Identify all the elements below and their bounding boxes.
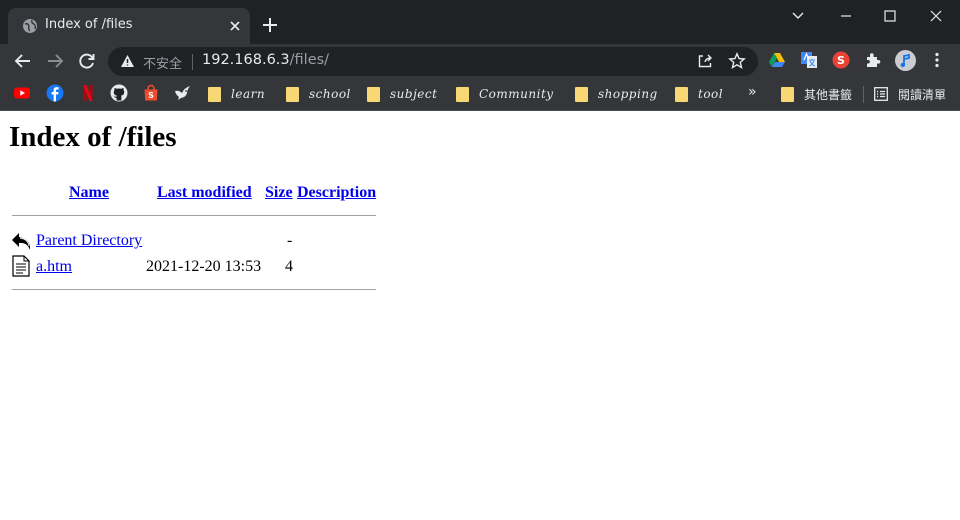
folder-icon [208,86,221,102]
bookmark-folder-label: school [309,87,351,101]
bookmark-folder-shopping[interactable]: shopping [575,85,658,103]
footer-divider [12,289,376,290]
s-extension-icon[interactable]: S [832,51,850,69]
close-tab-icon[interactable] [226,17,244,35]
tab-strip: Index of /files [0,0,960,44]
other-bookmarks-label: 其他書籤 [804,87,853,102]
bookmark-folder-label: Community [479,87,554,101]
bookmark-folder-school[interactable]: school [286,85,351,103]
youtube-icon[interactable] [13,84,31,102]
active-tab[interactable]: Index of /files [8,8,250,44]
reload-button[interactable] [77,51,97,71]
url-text[interactable]: 192.168.6.3/files/ [202,52,329,68]
bookmarks-divider [863,86,864,103]
column-header-description[interactable]: Description [297,184,376,202]
forward-button[interactable] [45,51,65,71]
menu-kebab-icon[interactable] [928,51,946,69]
column-header-size[interactable]: Size [265,184,293,202]
bookmark-folder-label: subject [390,87,438,101]
column-header-last-modified[interactable]: Last modified [157,184,252,202]
google-drive-icon[interactable] [768,51,786,69]
svg-text:S: S [837,54,845,67]
other-bookmarks-folder[interactable]: 其他書籤 [781,85,852,103]
folder-icon [286,86,299,102]
profile-avatar-icon[interactable] [895,50,916,71]
new-tab-button[interactable] [260,15,280,35]
folder-icon [456,86,469,102]
file-link[interactable]: a.htm [36,258,72,276]
folder-icon [367,86,380,102]
bookmark-folder-tool[interactable]: tool [675,85,723,103]
bookmarks-bar: S learn school subject Community shoppin… [0,78,960,111]
bird-icon[interactable] [174,84,192,102]
reading-list-label: 閱讀清單 [898,87,947,102]
bookmark-folder-learn[interactable]: learn [208,85,265,103]
not-secure-label[interactable]: 不安全 [143,53,182,72]
bookmark-folder-subject[interactable]: subject [367,85,437,103]
google-translate-icon[interactable] [800,51,818,69]
back-button[interactable] [13,51,33,71]
share-icon[interactable] [697,53,713,69]
maximize-button[interactable] [880,8,900,24]
folder-icon [575,86,588,102]
row-size: 4 [285,258,293,275]
url-host: 192.168.6.3 [202,52,290,68]
globe-icon [23,19,37,33]
github-icon[interactable] [110,84,128,102]
shopee-icon[interactable]: S [142,84,160,102]
bookmark-folder-community[interactable]: Community [456,85,554,103]
tab-search-chevron-icon[interactable] [788,8,808,24]
minimize-button[interactable] [836,8,856,24]
facebook-icon[interactable] [46,84,64,102]
header-divider [12,215,376,216]
bookmark-folder-label: learn [231,87,266,101]
row-modified: 2021-12-20 13:53 [146,258,262,275]
folder-icon [675,86,688,102]
warning-icon[interactable] [120,54,135,68]
address-bar[interactable]: 不安全 192.168.6.3/files/ [108,47,758,76]
reading-list-button[interactable]: 閱讀清單 [874,85,946,103]
url-path: /files/ [289,52,330,68]
navigation-toolbar: 不安全 192.168.6.3/files/ S [0,44,960,78]
svg-text:S: S [148,91,154,100]
page-heading: Index of /files [9,121,177,153]
more-bookmarks-chevron-icon[interactable]: » [748,84,757,100]
column-header-name[interactable]: Name [69,184,109,202]
netflix-icon[interactable] [79,84,97,102]
parent-directory-link[interactable]: Parent Directory [36,232,142,250]
folder-icon [781,86,794,102]
bookmark-star-icon[interactable] [728,52,746,70]
extensions-puzzle-icon[interactable] [864,51,882,69]
bookmark-folder-label: shopping [598,87,658,101]
tab-title: Index of /files [45,17,133,32]
address-divider [192,54,193,70]
page-content: Index of /files Name Last modified Size … [0,112,960,520]
reading-list-icon [874,87,888,101]
back-arrow-icon [12,233,31,250]
bookmark-folder-label: tool [698,87,724,101]
text-file-icon [12,255,30,277]
row-size: - [287,232,293,249]
close-window-button[interactable] [926,8,946,24]
